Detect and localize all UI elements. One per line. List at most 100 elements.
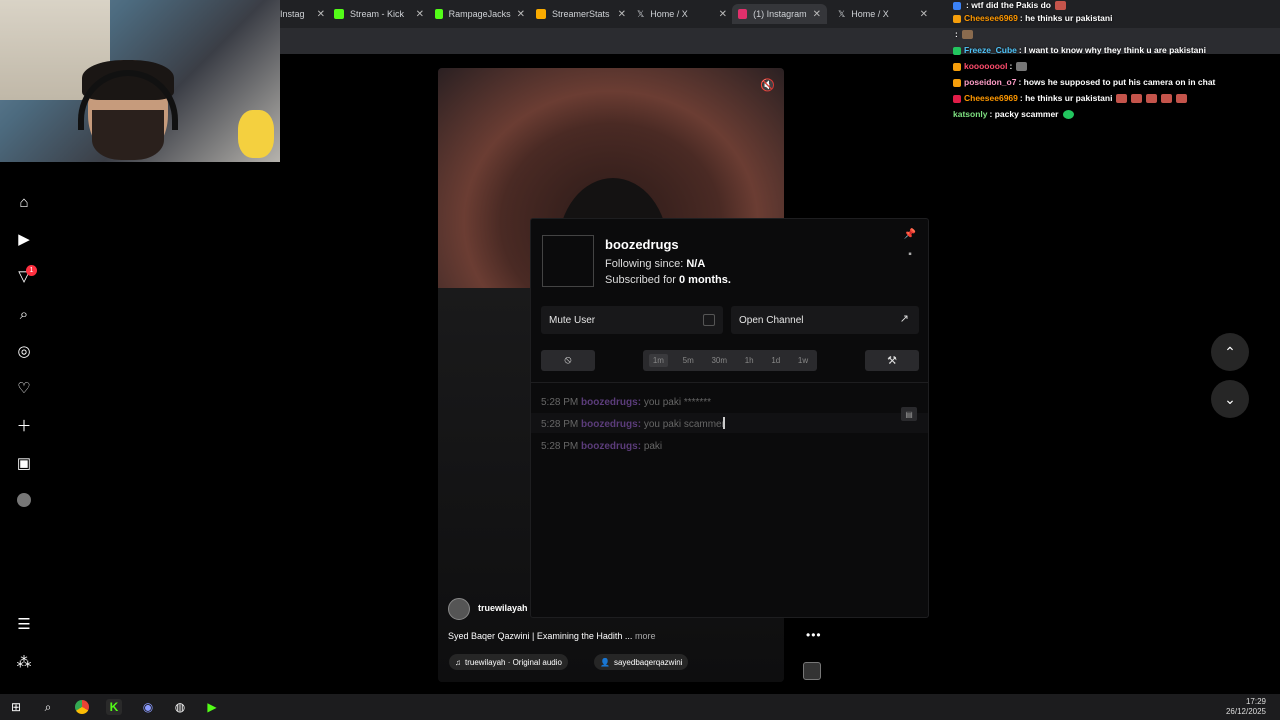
kick-studio-icon[interactable]: ▶ [204,699,220,715]
timeout-1d[interactable]: 1d [768,356,783,365]
close-icon[interactable]: ✕ [719,9,727,20]
emote-icon [1055,1,1067,11]
close-popup-icon[interactable]: ▪ [903,247,917,261]
tab-label: Home / X [851,9,889,19]
timeout-1h[interactable]: 1h [742,356,757,365]
obs-icon[interactable]: ◍ [172,699,188,715]
external-link-icon: ↗ [899,313,909,325]
search-icon[interactable]: ⌕ [40,699,56,715]
profile-avatar[interactable] [14,490,34,510]
tab-instagram-active[interactable]: (1) Instagram ✕ [732,4,827,24]
close-icon[interactable]: ✕ [813,9,821,20]
kick-icon [435,9,443,19]
emote-icon [1016,62,1028,72]
tab-label: RampageJacks [448,9,511,19]
audio-chip-label: truewilayah · Original audio [465,657,562,667]
close-icon[interactable]: ✕ [416,9,424,20]
message-text: you paki ******* [643,397,712,408]
message-user[interactable]: boozedrugs: [581,441,641,452]
tab-instagram-1[interactable]: Instag ✕ [280,4,325,24]
gavel-icon: ⚒ [887,355,897,367]
badge-icon [953,1,961,10]
badge-icon [953,62,961,71]
pin-icon[interactable]: 📌 [903,227,917,241]
search-icon[interactable]: ⌕ [14,304,34,324]
home-icon[interactable]: ⌂ [14,192,34,212]
reels-icon[interactable]: ▶ [14,229,34,249]
close-icon[interactable]: ✕ [618,9,626,20]
overlay-text: : he thinks ur pakistani [1019,13,1113,23]
dashboard-icon[interactable]: ▣ [14,453,34,473]
menu-icon[interactable]: ☰ [14,614,34,634]
clock-time: 17:29 [1245,697,1266,706]
badge-icon [953,46,961,55]
chrome-icon[interactable] [74,699,90,715]
explore-icon[interactable]: ◎ [14,341,34,361]
kick-app-icon[interactable]: K [106,699,122,715]
message-user[interactable]: boozedrugs: [581,397,641,408]
open-channel-button[interactable]: Open Channel ↗ [731,306,919,334]
close-icon[interactable]: ✕ [920,9,928,20]
previous-reel-button[interactable]: ⌃ [1211,333,1249,371]
overlay-chat-line: : [953,29,973,40]
reel-author[interactable]: truewilayah [478,603,528,613]
discord-icon[interactable]: ◉ [140,699,156,715]
text-cursor [723,417,725,429]
close-icon[interactable]: ✕ [317,9,325,20]
more-options-icon[interactable]: ••• [806,628,822,642]
system-clock[interactable]: 17:29 26/12/2025 [1226,697,1266,717]
chat-message: 5:28 PM boozedrugs: you paki scammer [541,419,725,430]
emote-icon [961,30,973,40]
mute-icon[interactable]: 🔇 [760,78,775,92]
mute-checkbox[interactable] [703,314,715,326]
emote-icon [1062,110,1074,120]
timeout-30m[interactable]: 30m [708,356,730,365]
audio-thumbnail[interactable] [803,662,821,680]
gavel-button[interactable]: ⚒ [865,350,919,371]
windows-start-icon[interactable]: ⊞ [8,699,24,715]
tab-streamerstats[interactable]: StreamerStats ✕ [536,4,626,24]
more-link[interactable]: more [635,631,656,641]
following-since: Following since: N/A [605,258,705,270]
tab-kick-stream[interactable]: Stream - Kick ✕ [334,4,424,24]
ban-button[interactable]: ⦸ [541,350,595,371]
timeout-1m[interactable]: 1m [648,354,668,367]
delete-message-icon[interactable]: ▤ [901,407,917,421]
overlay-text: : hows he supposed to put his camera on … [1018,77,1216,87]
emote-icon [1116,94,1128,104]
tab-x-home[interactable]: 𝕏 Home / X ✕ [637,4,727,24]
tab-x-home-2[interactable]: 𝕏 Home / X ✕ [838,4,928,24]
overlay-user: katsonly [953,109,988,119]
badge-icon [953,14,961,23]
also-from-meta-icon[interactable]: ⁂ [14,652,34,672]
next-reel-button[interactable]: ⌄ [1211,380,1249,418]
tab-label: StreamerStats [552,9,610,19]
overlay-text: : I want to know why they think u are pa… [1018,45,1206,55]
overlay-chat-line: poseidon_o7: hows he supposed to put his… [953,77,1215,87]
tab-rampagejacks[interactable]: RampageJacks ✕ [435,4,525,24]
overlay-text: : packy scammer [989,109,1059,119]
timeout-1w[interactable]: 1w [795,356,811,365]
message-text: paki [643,441,663,452]
timeout-5m[interactable]: 5m [680,356,697,365]
windows-taskbar: ⊞ ⌕ K ◉ ◍ ▶ 17:29 26/12/2025 [0,694,1280,720]
reel-author-avatar[interactable] [448,598,470,620]
overlay-user: Cheesee6969 [964,13,1018,23]
overlay-chat-line: koooooool: [953,61,1028,72]
emote-icon [1161,94,1173,104]
create-icon[interactable]: ＋ [14,415,34,435]
subscribed-label: Subscribed for [605,274,679,286]
close-icon[interactable]: ✕ [517,9,525,20]
overlay-user: koooooool [964,61,1008,71]
message-user[interactable]: boozedrugs: [581,419,641,430]
overlay-chat-line: Cheesee6969: he thinks ur pakistani [953,93,1188,104]
timeout-options: 1m 5m 30m 1h 1d 1w [643,350,817,371]
audio-chip[interactable]: ♫ truewilayah · Original audio [449,654,568,670]
heart-icon[interactable]: ♡ [14,378,34,398]
mute-user-toggle[interactable]: Mute User [541,306,723,334]
overlay-user: Cheesee6969 [964,93,1018,103]
browser-tab-bar: Instag ✕ Stream - Kick ✕ RampageJacks ✕ Str… [280,0,1280,28]
tag-chip[interactable]: 👤 sayedbaqerqazwini [594,654,689,670]
notification-badge: 1 [26,265,37,276]
badge-icon [953,78,961,87]
